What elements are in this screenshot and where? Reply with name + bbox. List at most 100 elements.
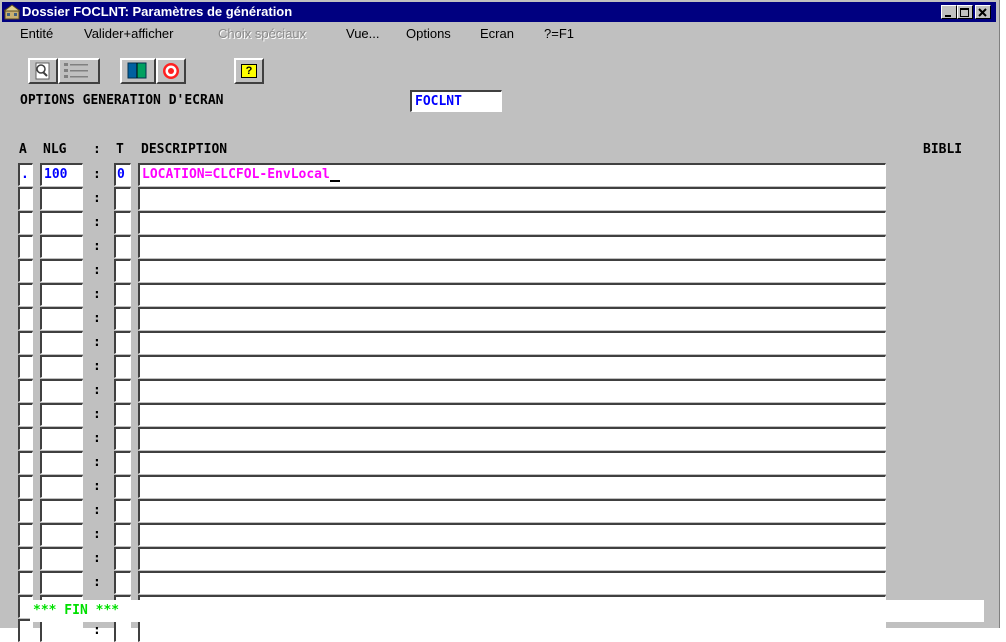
row-nlg-field[interactable] (40, 499, 83, 522)
row-t-field[interactable] (114, 499, 131, 522)
target-button[interactable] (156, 58, 186, 84)
row-separator: : (93, 503, 101, 518)
row-t-field[interactable] (114, 475, 131, 498)
row-a-field[interactable] (18, 235, 33, 258)
row-t-field[interactable] (114, 523, 131, 546)
menu-aide[interactable]: ?=F1 (544, 26, 574, 42)
row-a-field[interactable] (18, 427, 33, 450)
row-description-field[interactable] (138, 283, 886, 306)
dossier-field[interactable]: FOCLNT (410, 90, 502, 112)
row-nlg-field[interactable] (40, 571, 83, 594)
row-a-field[interactable] (18, 331, 33, 354)
row-t-value: 0 (117, 167, 125, 182)
status-text: *** FIN *** (33, 603, 120, 618)
menu-choix-speciaux[interactable]: Choix spéciaux (218, 26, 306, 42)
row-t-field[interactable] (114, 427, 131, 450)
row-nlg-field[interactable] (40, 211, 83, 234)
row-a-field[interactable] (18, 211, 33, 234)
row-a-field[interactable]: . (18, 163, 33, 186)
row-nlg-field[interactable] (40, 307, 83, 330)
row-t-field[interactable] (114, 571, 131, 594)
row-a-field[interactable] (18, 307, 33, 330)
book-button[interactable] (120, 58, 156, 84)
row-t-field[interactable] (114, 379, 131, 402)
row-nlg-field[interactable] (40, 187, 83, 210)
row-nlg-field[interactable] (40, 235, 83, 258)
row-nlg-field[interactable] (40, 619, 83, 642)
row-description-field[interactable]: LOCATION=CLCFOL-EnvLocal (138, 163, 886, 186)
row-a-field[interactable] (18, 523, 33, 546)
row-a-field[interactable] (18, 259, 33, 282)
menu-entite[interactable]: Entité (20, 26, 53, 42)
menu-vue[interactable]: Vue... (346, 26, 379, 42)
row-nlg-field[interactable] (40, 547, 83, 570)
row-description-field[interactable] (138, 451, 886, 474)
row-t-field[interactable] (114, 211, 131, 234)
row-t-field[interactable] (114, 307, 131, 330)
row-description-field[interactable] (138, 547, 886, 570)
row-t-field[interactable] (114, 451, 131, 474)
row-nlg-field[interactable]: 100 (40, 163, 83, 186)
row-description-field[interactable] (138, 187, 886, 210)
row-separator: : (93, 623, 101, 638)
row-description-field[interactable] (138, 571, 886, 594)
row-description-field[interactable] (138, 619, 886, 642)
row-a-field[interactable] (18, 283, 33, 306)
help-button[interactable]: ? (234, 58, 264, 84)
row-nlg-field[interactable] (40, 451, 83, 474)
row-nlg-field[interactable] (40, 523, 83, 546)
row-nlg-field[interactable] (40, 427, 83, 450)
row-a-field[interactable] (18, 619, 33, 642)
row-t-field[interactable] (114, 235, 131, 258)
row-a-field[interactable] (18, 499, 33, 522)
row-t-field[interactable] (114, 331, 131, 354)
maximize-button[interactable] (957, 5, 973, 19)
row-t-field[interactable] (114, 259, 131, 282)
list-button[interactable] (58, 58, 100, 84)
row-description-field[interactable] (138, 403, 886, 426)
menu-options[interactable]: Options (406, 26, 451, 42)
close-button[interactable] (975, 5, 991, 19)
row-a-field[interactable] (18, 379, 33, 402)
row-separator: : (93, 335, 101, 350)
row-description-field[interactable] (138, 523, 886, 546)
row-description-field[interactable] (138, 475, 886, 498)
row-t-field[interactable] (114, 355, 131, 378)
row-nlg-field[interactable] (40, 283, 83, 306)
row-description-field[interactable] (138, 355, 886, 378)
row-description-field[interactable] (138, 331, 886, 354)
row-a-field[interactable] (18, 187, 33, 210)
row-a-field[interactable] (18, 355, 33, 378)
row-description-field[interactable] (138, 259, 886, 282)
search-doc-button[interactable] (28, 58, 58, 84)
row-description-field[interactable] (138, 427, 886, 450)
row-t-field[interactable] (114, 403, 131, 426)
row-a-field[interactable] (18, 547, 33, 570)
row-a-field[interactable] (18, 571, 33, 594)
row-a-field[interactable] (18, 451, 33, 474)
menu-ecran[interactable]: Ecran (480, 26, 514, 42)
row-nlg-field[interactable] (40, 379, 83, 402)
row-t-field[interactable] (114, 547, 131, 570)
row-t-field[interactable] (114, 187, 131, 210)
row-description-field[interactable] (138, 379, 886, 402)
row-nlg-field[interactable] (40, 403, 83, 426)
row-a-field[interactable] (18, 403, 33, 426)
menu-valider-afficher[interactable]: Valider+afficher (84, 26, 174, 42)
app-icon[interactable] (2, 4, 22, 20)
title-bar[interactable]: Dossier FOCLNT: Paramètres de génération (2, 2, 996, 22)
row-description-field[interactable] (138, 499, 886, 522)
row-description-field[interactable] (138, 211, 886, 234)
col-header-description: DESCRIPTION (141, 142, 228, 157)
row-nlg-field[interactable] (40, 331, 83, 354)
row-description-field[interactable] (138, 307, 886, 330)
minimize-button[interactable] (941, 5, 957, 19)
row-t-field[interactable]: 0 (114, 163, 131, 186)
row-t-field[interactable] (114, 283, 131, 306)
row-description-field[interactable] (138, 235, 886, 258)
row-nlg-field[interactable] (40, 355, 83, 378)
row-a-field[interactable] (18, 475, 33, 498)
row-t-field[interactable] (114, 619, 131, 642)
row-nlg-field[interactable] (40, 259, 83, 282)
row-nlg-field[interactable] (40, 475, 83, 498)
